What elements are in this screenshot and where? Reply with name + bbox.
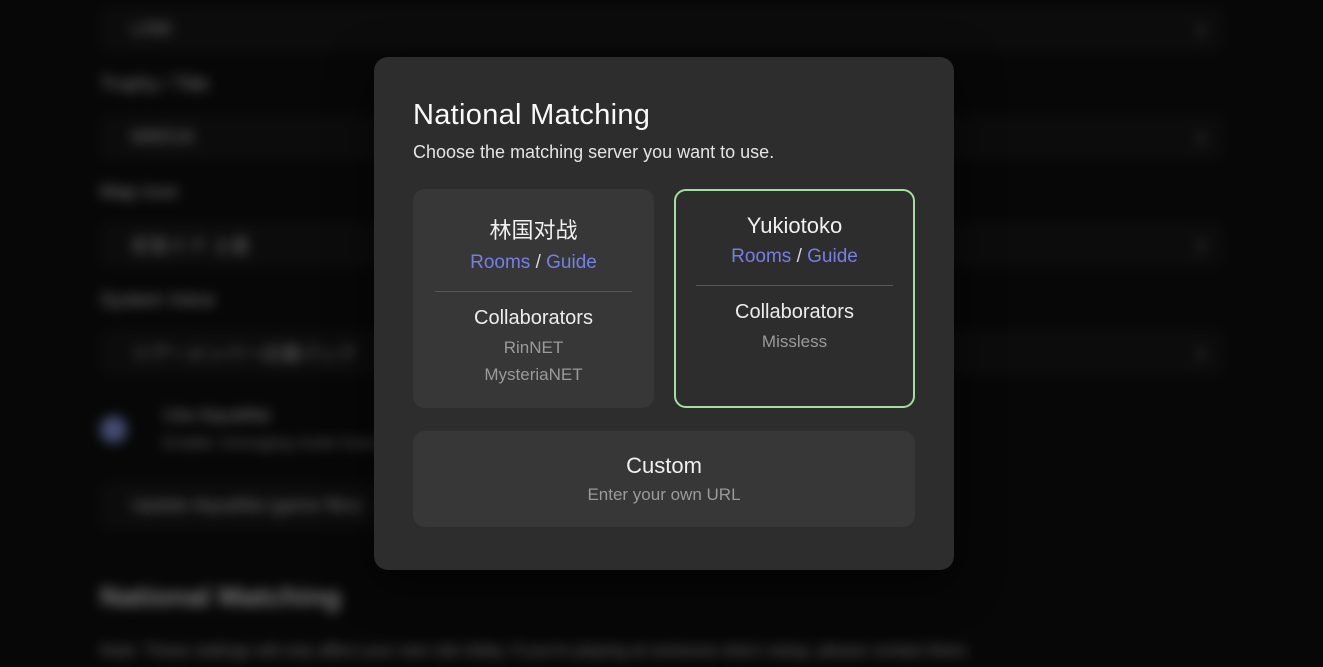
guide-link[interactable]: Guide bbox=[807, 246, 858, 267]
guide-link[interactable]: Guide bbox=[546, 252, 597, 273]
server-options: 林国对战 Rooms / Guide Collaborators RinNET … bbox=[413, 189, 915, 408]
server-card-linguo[interactable]: 林国对战 Rooms / Guide Collaborators RinNET … bbox=[413, 189, 654, 408]
dialog-title: National Matching bbox=[413, 99, 915, 132]
rooms-link[interactable]: Rooms bbox=[731, 246, 791, 267]
server-links: Rooms / Guide bbox=[470, 252, 597, 274]
link-separator: / bbox=[530, 252, 546, 273]
dialog-subtitle: Choose the matching server you want to u… bbox=[413, 142, 915, 163]
link-separator: / bbox=[791, 246, 807, 267]
collaborator: Missless bbox=[762, 328, 827, 355]
server-card-yukiotoko[interactable]: Yukiotoko Rooms / Guide Collaborators Mi… bbox=[674, 189, 915, 408]
custom-server-card[interactable]: Custom Enter your own URL bbox=[413, 431, 915, 527]
collaborators-label: Collaborators bbox=[735, 301, 854, 324]
collaborators-list: Missless bbox=[762, 328, 827, 355]
custom-card-title: Custom bbox=[626, 453, 702, 479]
collaborators-list: RinNET MysteriaNET bbox=[484, 334, 582, 388]
card-divider bbox=[696, 285, 893, 286]
collaborator: RinNET bbox=[484, 334, 582, 361]
rooms-link[interactable]: Rooms bbox=[470, 252, 530, 273]
card-divider bbox=[435, 291, 632, 292]
server-name: 林国对战 bbox=[489, 213, 577, 245]
server-name: Yukiotoko bbox=[747, 213, 842, 239]
collaborators-label: Collaborators bbox=[474, 307, 593, 330]
collaborator: MysteriaNET bbox=[484, 361, 582, 388]
national-matching-dialog: National Matching Choose the matching se… bbox=[374, 57, 954, 570]
custom-card-subtitle: Enter your own URL bbox=[587, 485, 740, 505]
server-links: Rooms / Guide bbox=[731, 246, 858, 268]
